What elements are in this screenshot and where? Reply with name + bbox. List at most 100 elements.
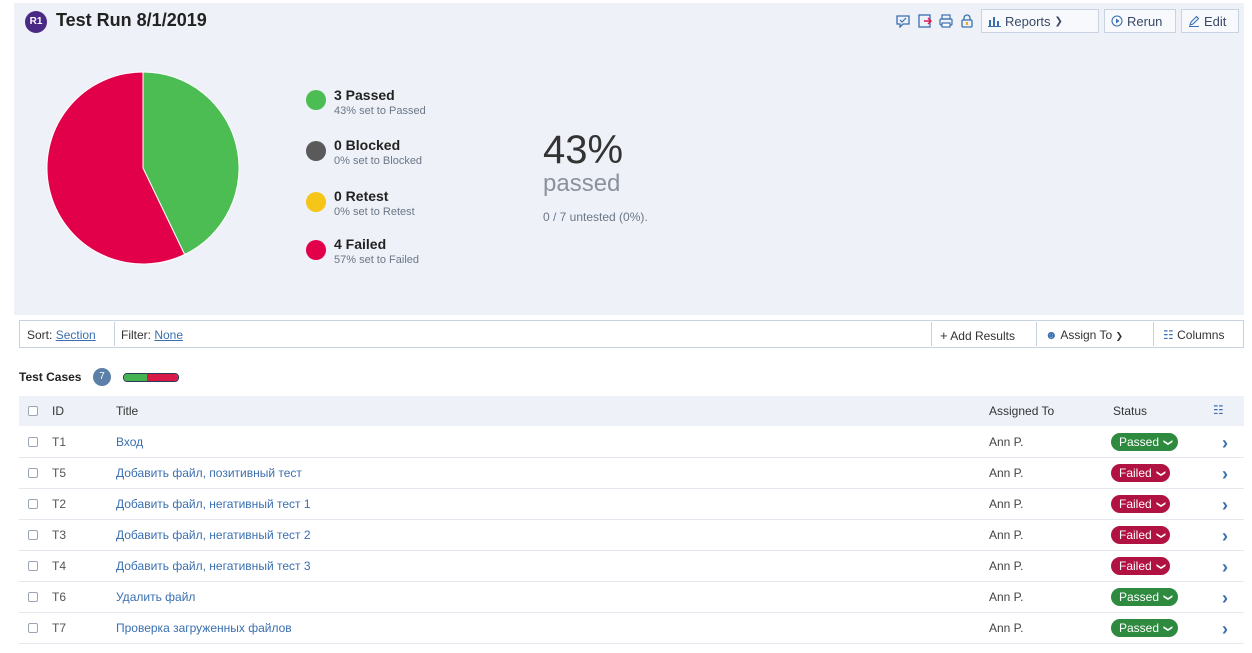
case-title-link[interactable]: Добавить файл, негативный тест 1: [116, 497, 311, 511]
filter-label: Filter:: [121, 328, 151, 342]
row-checkbox[interactable]: [28, 592, 38, 602]
chat-icon[interactable]: [895, 13, 911, 29]
lock-icon[interactable]: [959, 13, 975, 29]
case-id: T5: [52, 466, 67, 480]
assign-to-label: Assign To: [1060, 328, 1113, 342]
chevron-right-icon[interactable]: ›: [1222, 557, 1228, 578]
test-cases-progress-bar: [123, 373, 179, 382]
assigned-to: Ann P.: [989, 435, 1024, 449]
case-title-link[interactable]: Добавить файл, позитивный тест: [116, 466, 302, 480]
case-title-link[interactable]: Добавить файл, негативный тест 3: [116, 559, 311, 573]
untested-summary: 0 / 7 untested (0%).: [543, 210, 648, 224]
chevron-down-icon: ❯: [1155, 562, 1166, 570]
column-header-status[interactable]: Status: [1113, 404, 1147, 418]
case-title-link[interactable]: Добавить файл, негативный тест 2: [116, 528, 311, 542]
chevron-right-icon[interactable]: ›: [1222, 526, 1228, 547]
status-dropdown[interactable]: Passed ❯: [1111, 619, 1178, 637]
column-header-title[interactable]: Title: [116, 404, 138, 418]
status-pie-chart: [46, 71, 240, 265]
assigned-to: Ann P.: [989, 559, 1024, 573]
case-id: T4: [52, 559, 67, 573]
status-label: Failed: [1119, 466, 1152, 480]
chevron-right-icon[interactable]: ›: [1222, 588, 1228, 609]
status-dropdown[interactable]: Failed ❯: [1111, 464, 1171, 482]
legend-sub-failed: 57% set to Failed: [334, 254, 419, 266]
legend-sub-passed: 43% set to Passed: [334, 105, 426, 117]
chevron-down-icon: ❯: [1163, 593, 1174, 601]
page-title: Test Run 8/1/2019: [56, 10, 207, 30]
assigned-to: Ann P.: [989, 528, 1024, 542]
legend-title-failed: 4 Failed: [334, 236, 387, 252]
status-label: Failed: [1119, 497, 1152, 511]
table-row[interactable]: [19, 582, 1244, 613]
status-label: Passed: [1119, 621, 1160, 635]
row-checkbox[interactable]: [28, 437, 38, 447]
status-dropdown[interactable]: Passed ❯: [1111, 588, 1178, 606]
sort-link[interactable]: Section: [56, 328, 96, 342]
chevron-down-icon: ❯: [1155, 500, 1166, 508]
assign-to-button[interactable]: ☻ Assign To ❯: [1045, 328, 1123, 342]
edit-label: Edit: [1204, 13, 1227, 29]
divider: [114, 322, 115, 346]
chevron-down-icon: ❯: [1155, 469, 1166, 477]
columns-button[interactable]: ☷ Columns: [1163, 328, 1224, 342]
chevron-right-icon[interactable]: ›: [1222, 464, 1228, 485]
row-checkbox[interactable]: [28, 623, 38, 633]
run-badge: R1: [25, 11, 47, 33]
column-header-assigned[interactable]: Assigned To: [989, 404, 1054, 418]
row-checkbox[interactable]: [28, 530, 38, 540]
row-checkbox[interactable]: [28, 468, 38, 478]
legend-dot-blocked: [306, 141, 326, 161]
edit-button[interactable]: Edit: [1181, 9, 1239, 33]
row-checkbox[interactable]: [28, 561, 38, 571]
add-results-label: Add Results: [950, 329, 1015, 343]
status-label: Passed: [1119, 435, 1160, 449]
reports-button[interactable]: Reports ❯: [981, 9, 1099, 33]
sort-label: Sort:: [27, 328, 53, 342]
column-header-id[interactable]: ID: [52, 404, 64, 418]
chevron-right-icon[interactable]: ›: [1222, 433, 1228, 454]
status-label: Failed: [1119, 559, 1152, 573]
legend-sub-blocked: 0% set to Blocked: [334, 155, 423, 167]
passed-percent: 43%: [543, 128, 624, 172]
case-title-link[interactable]: Проверка загруженных файлов: [116, 621, 292, 635]
chevron-right-icon[interactable]: ›: [1222, 619, 1228, 640]
column-settings-icon[interactable]: ☷: [1213, 403, 1224, 417]
divider: [1153, 322, 1154, 346]
chevron-down-icon: ❯: [1115, 331, 1124, 341]
print-icon[interactable]: [938, 13, 954, 29]
progress-failed: [147, 374, 178, 381]
case-title-link[interactable]: Вход: [116, 435, 143, 449]
select-all-checkbox[interactable]: [28, 406, 38, 416]
rerun-label: Rerun: [1127, 13, 1163, 29]
sort-control: Sort: Section: [27, 328, 96, 342]
export-icon[interactable]: [917, 13, 933, 29]
divider: [931, 322, 932, 346]
add-results-button[interactable]: + Add Results: [940, 328, 1015, 343]
case-id: T6: [52, 590, 67, 604]
test-cases-heading: Test Cases: [19, 370, 82, 384]
assigned-to: Ann P.: [989, 466, 1024, 480]
case-title-link[interactable]: Удалить файл: [116, 590, 195, 604]
chevron-down-icon: ❯: [1163, 624, 1174, 632]
assigned-to: Ann P.: [989, 590, 1024, 604]
table-header: [19, 396, 1244, 426]
assigned-to: Ann P.: [989, 621, 1024, 635]
chevron-right-icon[interactable]: ›: [1222, 495, 1228, 516]
legend-dot-passed: [306, 90, 326, 110]
legend-title-blocked: 0 Blocked: [334, 137, 401, 153]
table-row[interactable]: [19, 427, 1244, 458]
chevron-down-icon: ❯: [1054, 15, 1063, 27]
plus-icon: +: [940, 328, 948, 343]
case-id: T1: [52, 435, 67, 449]
status-dropdown[interactable]: Failed ❯: [1111, 526, 1171, 544]
legend-sub-retest: 0% set to Retest: [334, 206, 415, 218]
rerun-button[interactable]: Rerun: [1104, 9, 1176, 33]
status-dropdown[interactable]: Failed ❯: [1111, 557, 1171, 575]
status-dropdown[interactable]: Passed ❯: [1111, 433, 1178, 451]
status-dropdown[interactable]: Failed ❯: [1111, 495, 1171, 513]
case-id: T3: [52, 528, 67, 542]
row-checkbox[interactable]: [28, 499, 38, 509]
play-icon: [1111, 15, 1123, 27]
filter-link[interactable]: None: [154, 328, 183, 342]
